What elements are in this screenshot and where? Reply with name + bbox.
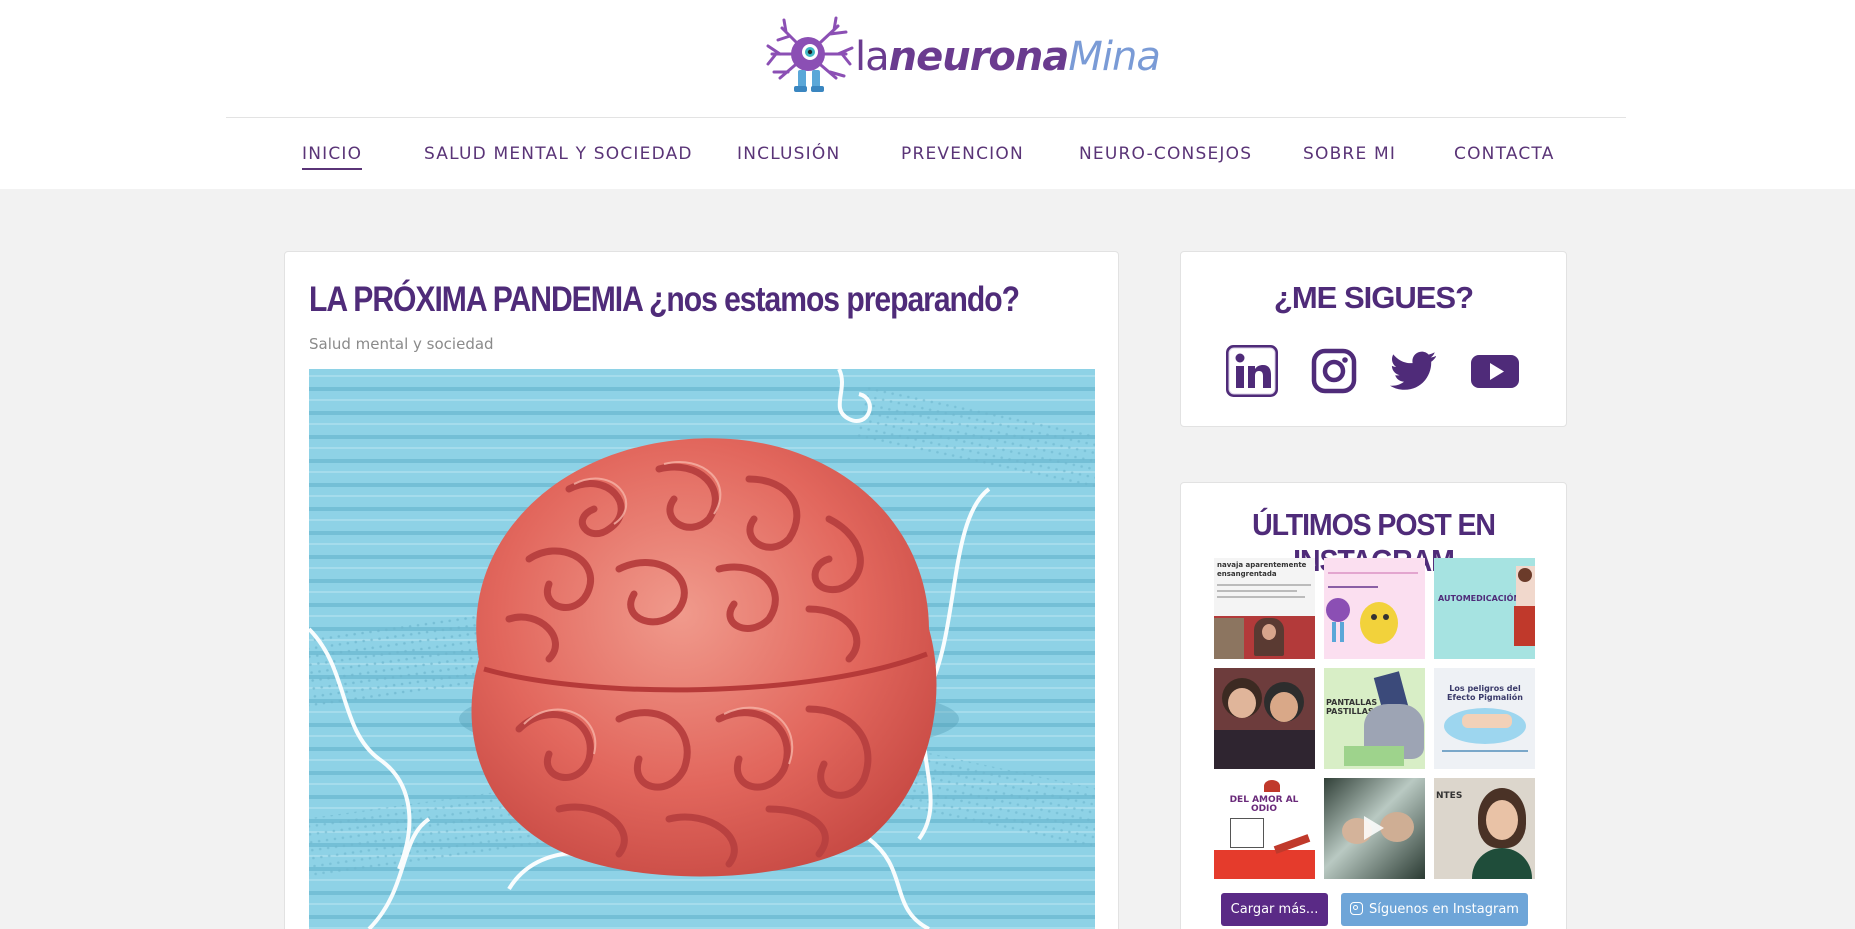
instagram-post-thumb[interactable] (1324, 778, 1425, 879)
instagram-post-thumb[interactable]: PANTALLAS PASTILLAS (1324, 668, 1425, 769)
load-more-button[interactable]: Cargar más... (1221, 893, 1328, 926)
article-card: LA PRÓXIMA PANDEMIA ¿nos estamos prepara… (284, 251, 1119, 929)
instagram-post-thumb[interactable]: AUTOMEDICACIÓN (1434, 558, 1535, 659)
neuron-mascot-icon (766, 16, 854, 92)
site-logo[interactable]: laneuronaMina (760, 14, 1161, 94)
nav-item-salud-mental[interactable]: SALUD MENTAL Y SOCIEDAD (424, 140, 693, 168)
thumb-caption: NTES (1436, 791, 1463, 801)
instagram-post-thumb[interactable]: NTES (1434, 778, 1535, 879)
article-title[interactable]: LA PRÓXIMA PANDEMIA ¿nos estamos prepara… (309, 280, 1020, 320)
article-featured-image[interactable] (309, 369, 1095, 929)
nav-item-prevencion[interactable]: PREVENCION (901, 140, 1024, 168)
article-category[interactable]: Salud mental y sociedad (309, 335, 494, 353)
instagram-post-thumb[interactable]: navaja aparentemente ensangrentada (1214, 558, 1315, 659)
logo-part-mina: Mina (1068, 34, 1160, 80)
youtube-icon[interactable] (1469, 345, 1521, 397)
thumb-caption: DEL AMOR AL ODIO (1229, 795, 1299, 814)
brain-on-masks-image (309, 369, 1095, 929)
instagram-widget: ÚLTIMOS POST EN INSTAGRAM navaja aparent… (1180, 482, 1567, 929)
nav-item-sobre-mi[interactable]: SOBRE MI (1303, 140, 1396, 168)
nav-item-inclusion[interactable]: INCLUSIÓN (737, 140, 840, 168)
nav-item-neuro-consejos[interactable]: NEURO-CONSEJOS (1079, 140, 1252, 168)
follow-instagram-label: Síguenos en Instagram (1369, 902, 1519, 917)
logo-wordmark: laneuronaMina (855, 34, 1161, 80)
thumb-caption: navaja aparentemente ensangrentada (1217, 561, 1307, 578)
instagram-icon (1350, 902, 1364, 915)
thumb-caption: AUTOMEDICACIÓN (1438, 594, 1521, 603)
play-icon (1364, 816, 1384, 840)
follow-instagram-button[interactable]: Síguenos en Instagram (1341, 893, 1528, 926)
follow-title: ¿ME SIGUES? (1273, 280, 1474, 315)
follow-widget: ¿ME SIGUES? (1180, 251, 1567, 427)
instagram-post-thumb[interactable]: DEL AMOR AL ODIO (1214, 778, 1315, 879)
logo-part-la: la (855, 34, 890, 80)
site-header: laneuronaMina INICIO SALUD MENTAL Y SOCI… (0, 0, 1855, 189)
nav-item-inicio[interactable]: INICIO (302, 140, 363, 170)
instagram-post-thumb[interactable]: Los peligros del Efecto Pigmalión (1434, 668, 1535, 769)
nav-item-contacta[interactable]: CONTACTA (1454, 140, 1555, 168)
thumb-caption: Los peligros del Efecto Pigmalión (1447, 684, 1523, 702)
instagram-icon[interactable] (1308, 345, 1360, 397)
instagram-post-thumb[interactable] (1214, 668, 1315, 769)
instagram-post-thumb[interactable] (1324, 558, 1425, 659)
logo-part-neurona: neurona (888, 34, 1070, 80)
linkedin-icon[interactable] (1226, 345, 1278, 397)
twitter-icon[interactable] (1388, 345, 1440, 397)
header-divider (226, 117, 1626, 118)
main-nav: INICIO SALUD MENTAL Y SOCIEDAD INCLUSIÓN… (0, 140, 1855, 170)
